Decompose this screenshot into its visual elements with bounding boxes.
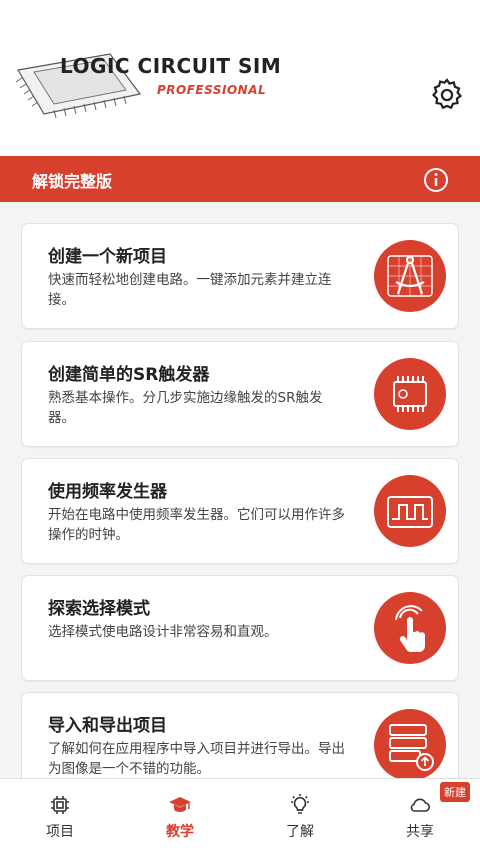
unlock-label: 解锁完整版 [32, 172, 113, 191]
card-title: 创建一个新项目 [48, 247, 167, 267]
tab-learn[interactable]: 了解 [240, 779, 360, 853]
lightbulb-icon [291, 794, 309, 814]
card-title: 创建简单的SR触发器 [48, 365, 210, 385]
compass-drafting-icon [374, 240, 446, 312]
card-description: 了解如何在应用程序中导入项目并进行导出。导出为图像是一个不错的功能。 [48, 741, 345, 777]
square-wave-icon [374, 475, 446, 547]
new-badge: 新建 [440, 782, 470, 802]
card-new-project[interactable]: 创建一个新项目 快速而轻松地创建电路。一键添加元素并建立连接。 [22, 224, 458, 328]
server-export-icon [374, 709, 446, 781]
tab-label: 共享 [406, 824, 434, 840]
card-description: 熟悉基本操作。分几步实施边缘触发的SR触发器。 [48, 390, 323, 426]
card-title: 探索选择模式 [48, 599, 150, 619]
card-sr-flipflop[interactable]: 创建简单的SR触发器 熟悉基本操作。分几步实施边缘触发的SR触发器。 [22, 342, 458, 446]
logo-title: LOGIC CIRCUIT SIM [60, 54, 282, 78]
card-frequency-generator[interactable]: 使用频率发生器 开始在电路中使用频率发生器。它们可以用作许多操作的时钟。 [22, 459, 458, 563]
card-description: 快速而轻松地创建电路。一键添加元素并建立连接。 [48, 272, 332, 308]
gear-icon[interactable] [428, 76, 466, 114]
info-icon[interactable] [423, 167, 449, 193]
logo-subtitle: PROFESSIONAL [157, 83, 267, 97]
card-title: 导入和导出项目 [48, 716, 167, 736]
tab-teaching[interactable]: 教学 [120, 779, 240, 853]
tab-label: 教学 [166, 824, 194, 840]
cloud-icon [410, 798, 431, 812]
chip-tab-icon [51, 796, 69, 814]
chip-icon [374, 358, 446, 430]
card-select-mode[interactable]: 探索选择模式 选择模式使电路设计非常容易和直观。 [22, 576, 458, 680]
tab-projects[interactable]: 项目 [0, 779, 120, 853]
graduation-cap-icon [169, 797, 191, 812]
unlock-full-version-bar[interactable]: 解锁完整版 [0, 156, 480, 202]
card-title: 使用频率发生器 [48, 482, 167, 502]
card-description: 选择模式使电路设计非常容易和直观。 [48, 624, 278, 640]
touch-select-icon [374, 592, 446, 664]
bottom-tab-bar: 项目 教学 了解 共享 [0, 778, 480, 853]
app-header: LOGIC CIRCUIT SIM PROFESSIONAL [0, 0, 480, 156]
tab-label: 了解 [286, 824, 314, 840]
tab-label: 项目 [46, 824, 74, 840]
card-description: 开始在电路中使用频率发生器。它们可以用作许多操作的时钟。 [48, 507, 345, 543]
